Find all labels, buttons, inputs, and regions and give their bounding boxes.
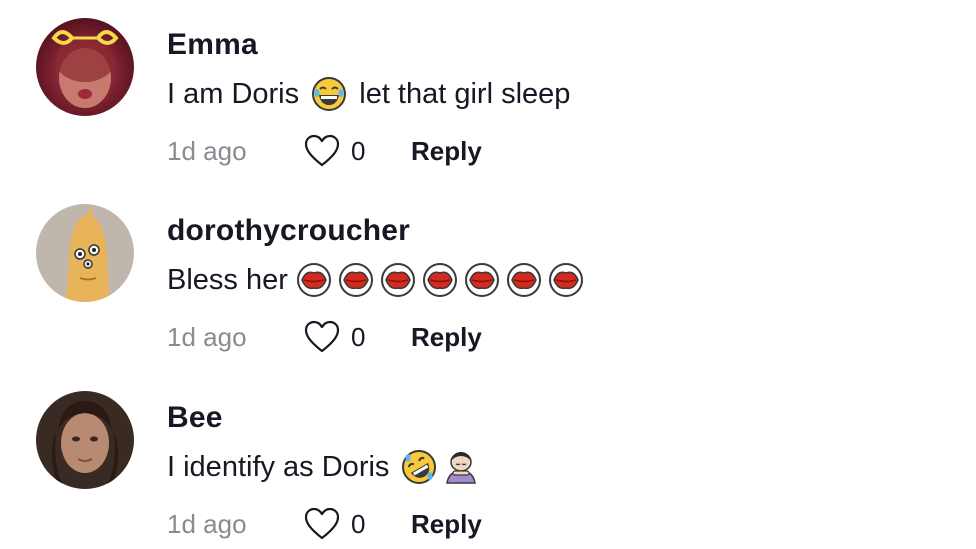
reply-button[interactable]: Reply [411,322,482,353]
comment-meta: 1d ago 0 Reply [167,504,482,544]
comment-text: I identify as Doris [167,449,479,485]
comment-item: Bee I identify as Doris 1d ago 0 Reply [0,373,976,549]
kiss-mark-emoji [422,262,458,298]
comment-text-after: let that girl sleep [351,77,571,110]
username[interactable]: Bee [167,401,223,435]
like-count: 0 [351,135,366,166]
comment-text-before: Bless her [167,263,296,296]
username[interactable]: dorothycroucher [167,214,410,248]
comment-text-before: I identify as Doris [167,450,398,483]
comment-item: Emma I am Doris let that girl sleep 1d a… [0,0,976,180]
reply-button[interactable]: Reply [411,509,482,540]
like-button[interactable]: 0 [303,133,411,169]
avatar-image [36,204,134,302]
comment-list: Emma I am Doris let that girl sleep 1d a… [0,0,976,549]
like-count: 0 [351,321,366,352]
kiss-mark-emoji [338,262,374,298]
comment-text: I am Doris let that girl sleep [167,76,570,112]
kiss-mark-emoji [506,262,542,298]
comment-meta: 1d ago 0 Reply [167,131,482,171]
laughing-tears-emoji [311,76,347,112]
timestamp: 1d ago [167,508,247,539]
comment-text: Bless her [167,262,584,298]
kiss-mark-emoji [296,262,332,298]
person-bowing-emoji [443,449,479,485]
heart-outline-icon[interactable] [303,319,341,355]
comment-meta: 1d ago 0 Reply [167,317,482,357]
like-button[interactable]: 0 [303,506,411,542]
avatar-bee[interactable] [36,391,134,489]
timestamp: 1d ago [167,321,247,352]
like-count: 0 [351,508,366,539]
kiss-mark-emoji [548,262,584,298]
avatar-image [36,18,134,116]
timestamp: 1d ago [167,135,247,166]
username[interactable]: Emma [167,28,258,62]
heart-outline-icon[interactable] [303,133,341,169]
reply-button[interactable]: Reply [411,136,482,167]
kiss-mark-emoji [464,262,500,298]
heart-outline-icon[interactable] [303,506,341,542]
avatar-emma[interactable] [36,18,134,116]
comment-item: dorothycroucher Bless her 1d ago 0 Reply [0,186,976,366]
kiss-mark-emoji [380,262,416,298]
comment-text-before: I am Doris [167,77,308,110]
rolling-on-floor-laughing-emoji [401,449,437,485]
avatar-dorothycroucher[interactable] [36,204,134,302]
like-button[interactable]: 0 [303,319,411,355]
avatar-image [36,391,134,489]
